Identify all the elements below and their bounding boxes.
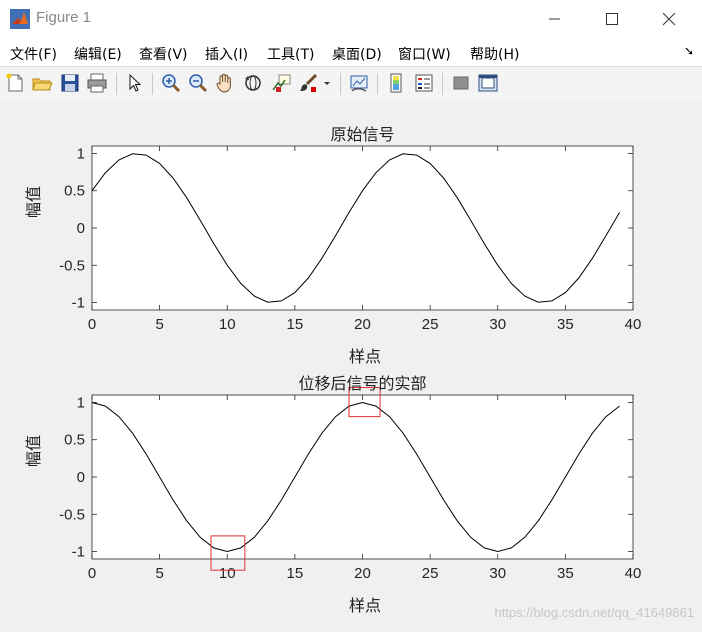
x-tick-label: 0 bbox=[88, 565, 96, 582]
maximize-icon bbox=[605, 12, 618, 25]
x-tick-label: 20 bbox=[354, 565, 371, 582]
toolbar bbox=[0, 66, 702, 102]
x-tick-label: 25 bbox=[422, 316, 439, 333]
pan-hand-icon[interactable] bbox=[214, 72, 236, 94]
x-tick-label: 5 bbox=[155, 565, 163, 582]
x-tick-label: 35 bbox=[557, 565, 574, 582]
close-icon bbox=[662, 12, 675, 25]
new-figure-icon[interactable] bbox=[4, 72, 26, 94]
maximize-button[interactable] bbox=[589, 0, 635, 38]
title-bar: Figure 1 bbox=[0, 0, 702, 38]
print-icon[interactable] bbox=[86, 72, 108, 94]
menu-desktop[interactable]: 桌面(D) bbox=[332, 44, 382, 64]
y-axis-label-2: 幅值 bbox=[24, 434, 43, 467]
y-tick-label: 0.5 bbox=[64, 183, 85, 200]
watermark: https://blog.csdn.net/qq_41649861 bbox=[494, 605, 695, 620]
plot-area-1 bbox=[91, 145, 634, 311]
x-tick-label: 10 bbox=[219, 316, 236, 333]
matlab-logo-icon bbox=[10, 9, 30, 29]
toolbar-separator bbox=[442, 73, 443, 95]
x-tick-label: 25 bbox=[422, 565, 439, 582]
figure-canvas: 0 5 10 15 20 25 30 35 40 1 0.5 0 -0.5 -1 0 5 10 15 20 25 30 3… bbox=[0, 101, 702, 628]
zoom-out-icon[interactable] bbox=[187, 72, 209, 94]
link-plot-icon[interactable] bbox=[348, 72, 370, 94]
menu-help[interactable]: 帮助(H) bbox=[470, 44, 519, 64]
toolbar-separator bbox=[377, 73, 378, 95]
x-tick-label: 40 bbox=[625, 565, 642, 582]
minimize-icon bbox=[549, 18, 560, 20]
x-tick-label: 5 bbox=[155, 316, 163, 333]
x-tick-label: 15 bbox=[287, 316, 304, 333]
chart-title-2: 位移后信号的实部 bbox=[298, 374, 427, 393]
menu-bar: 文件(F) 编辑(E) 查看(V) 插入(I) 工具(T) 桌面(D) 窗口(W… bbox=[0, 38, 702, 66]
menu-tools[interactable]: 工具(T) bbox=[267, 44, 314, 64]
toolbar-separator bbox=[152, 73, 153, 95]
toolbar-separator bbox=[116, 73, 117, 95]
menu-edit[interactable]: 编辑(E) bbox=[74, 44, 122, 64]
x-tick-label: 10 bbox=[219, 565, 236, 582]
zoom-in-icon[interactable] bbox=[160, 72, 182, 94]
y-tick-label: -1 bbox=[72, 544, 85, 561]
save-icon[interactable] bbox=[59, 72, 81, 94]
legend-icon[interactable] bbox=[413, 72, 435, 94]
x-axis-label-1: 样点 bbox=[348, 347, 381, 366]
x-tick-label: 40 bbox=[625, 316, 642, 333]
data-cursor-icon[interactable] bbox=[270, 72, 292, 94]
pointer-icon[interactable] bbox=[124, 72, 146, 94]
y-axis-label-1: 幅值 bbox=[24, 185, 43, 218]
chart-title-1: 原始信号 bbox=[330, 125, 395, 144]
toolbar-separator bbox=[340, 73, 341, 95]
colorbar-icon[interactable] bbox=[385, 72, 407, 94]
close-button[interactable] bbox=[646, 0, 692, 38]
x-tick-label: 35 bbox=[557, 316, 574, 333]
menu-file[interactable]: 文件(F) bbox=[10, 44, 57, 64]
x-tick-label: 30 bbox=[489, 565, 506, 582]
brush-dropdown-icon[interactable] bbox=[322, 72, 332, 94]
open-file-icon[interactable] bbox=[31, 72, 53, 94]
menu-insert[interactable]: 插入(I) bbox=[205, 44, 248, 64]
y-tick-label: -0.5 bbox=[59, 257, 85, 274]
plot-area-2 bbox=[91, 394, 634, 560]
rotate-3d-icon[interactable] bbox=[242, 72, 264, 94]
y-tick-label: 1 bbox=[77, 145, 85, 162]
x-tick-label: 20 bbox=[354, 316, 371, 333]
x-tick-label: 15 bbox=[287, 565, 304, 582]
x-tick-label: 0 bbox=[88, 316, 96, 333]
y-tick-label: 1 bbox=[77, 394, 85, 411]
arrow-expand-icon[interactable]: ➘ bbox=[684, 44, 694, 58]
show-plot-tools-icon[interactable] bbox=[477, 72, 499, 94]
y-tick-label: 0.5 bbox=[64, 432, 85, 449]
hide-plot-tools-icon[interactable] bbox=[450, 72, 472, 94]
minimize-button[interactable] bbox=[532, 0, 578, 38]
x-tick-label: 30 bbox=[489, 316, 506, 333]
menu-window[interactable]: 窗口(W) bbox=[398, 44, 451, 64]
menu-view[interactable]: 查看(V) bbox=[139, 44, 188, 64]
x-axis-label-2: 样点 bbox=[348, 596, 381, 615]
brush-icon[interactable] bbox=[298, 72, 320, 94]
y-tick-label: 0 bbox=[77, 469, 85, 486]
y-tick-label: -0.5 bbox=[59, 506, 85, 523]
y-tick-label: 0 bbox=[77, 220, 85, 237]
y-tick-label: -1 bbox=[72, 295, 85, 312]
window-title: Figure 1 bbox=[36, 9, 92, 26]
